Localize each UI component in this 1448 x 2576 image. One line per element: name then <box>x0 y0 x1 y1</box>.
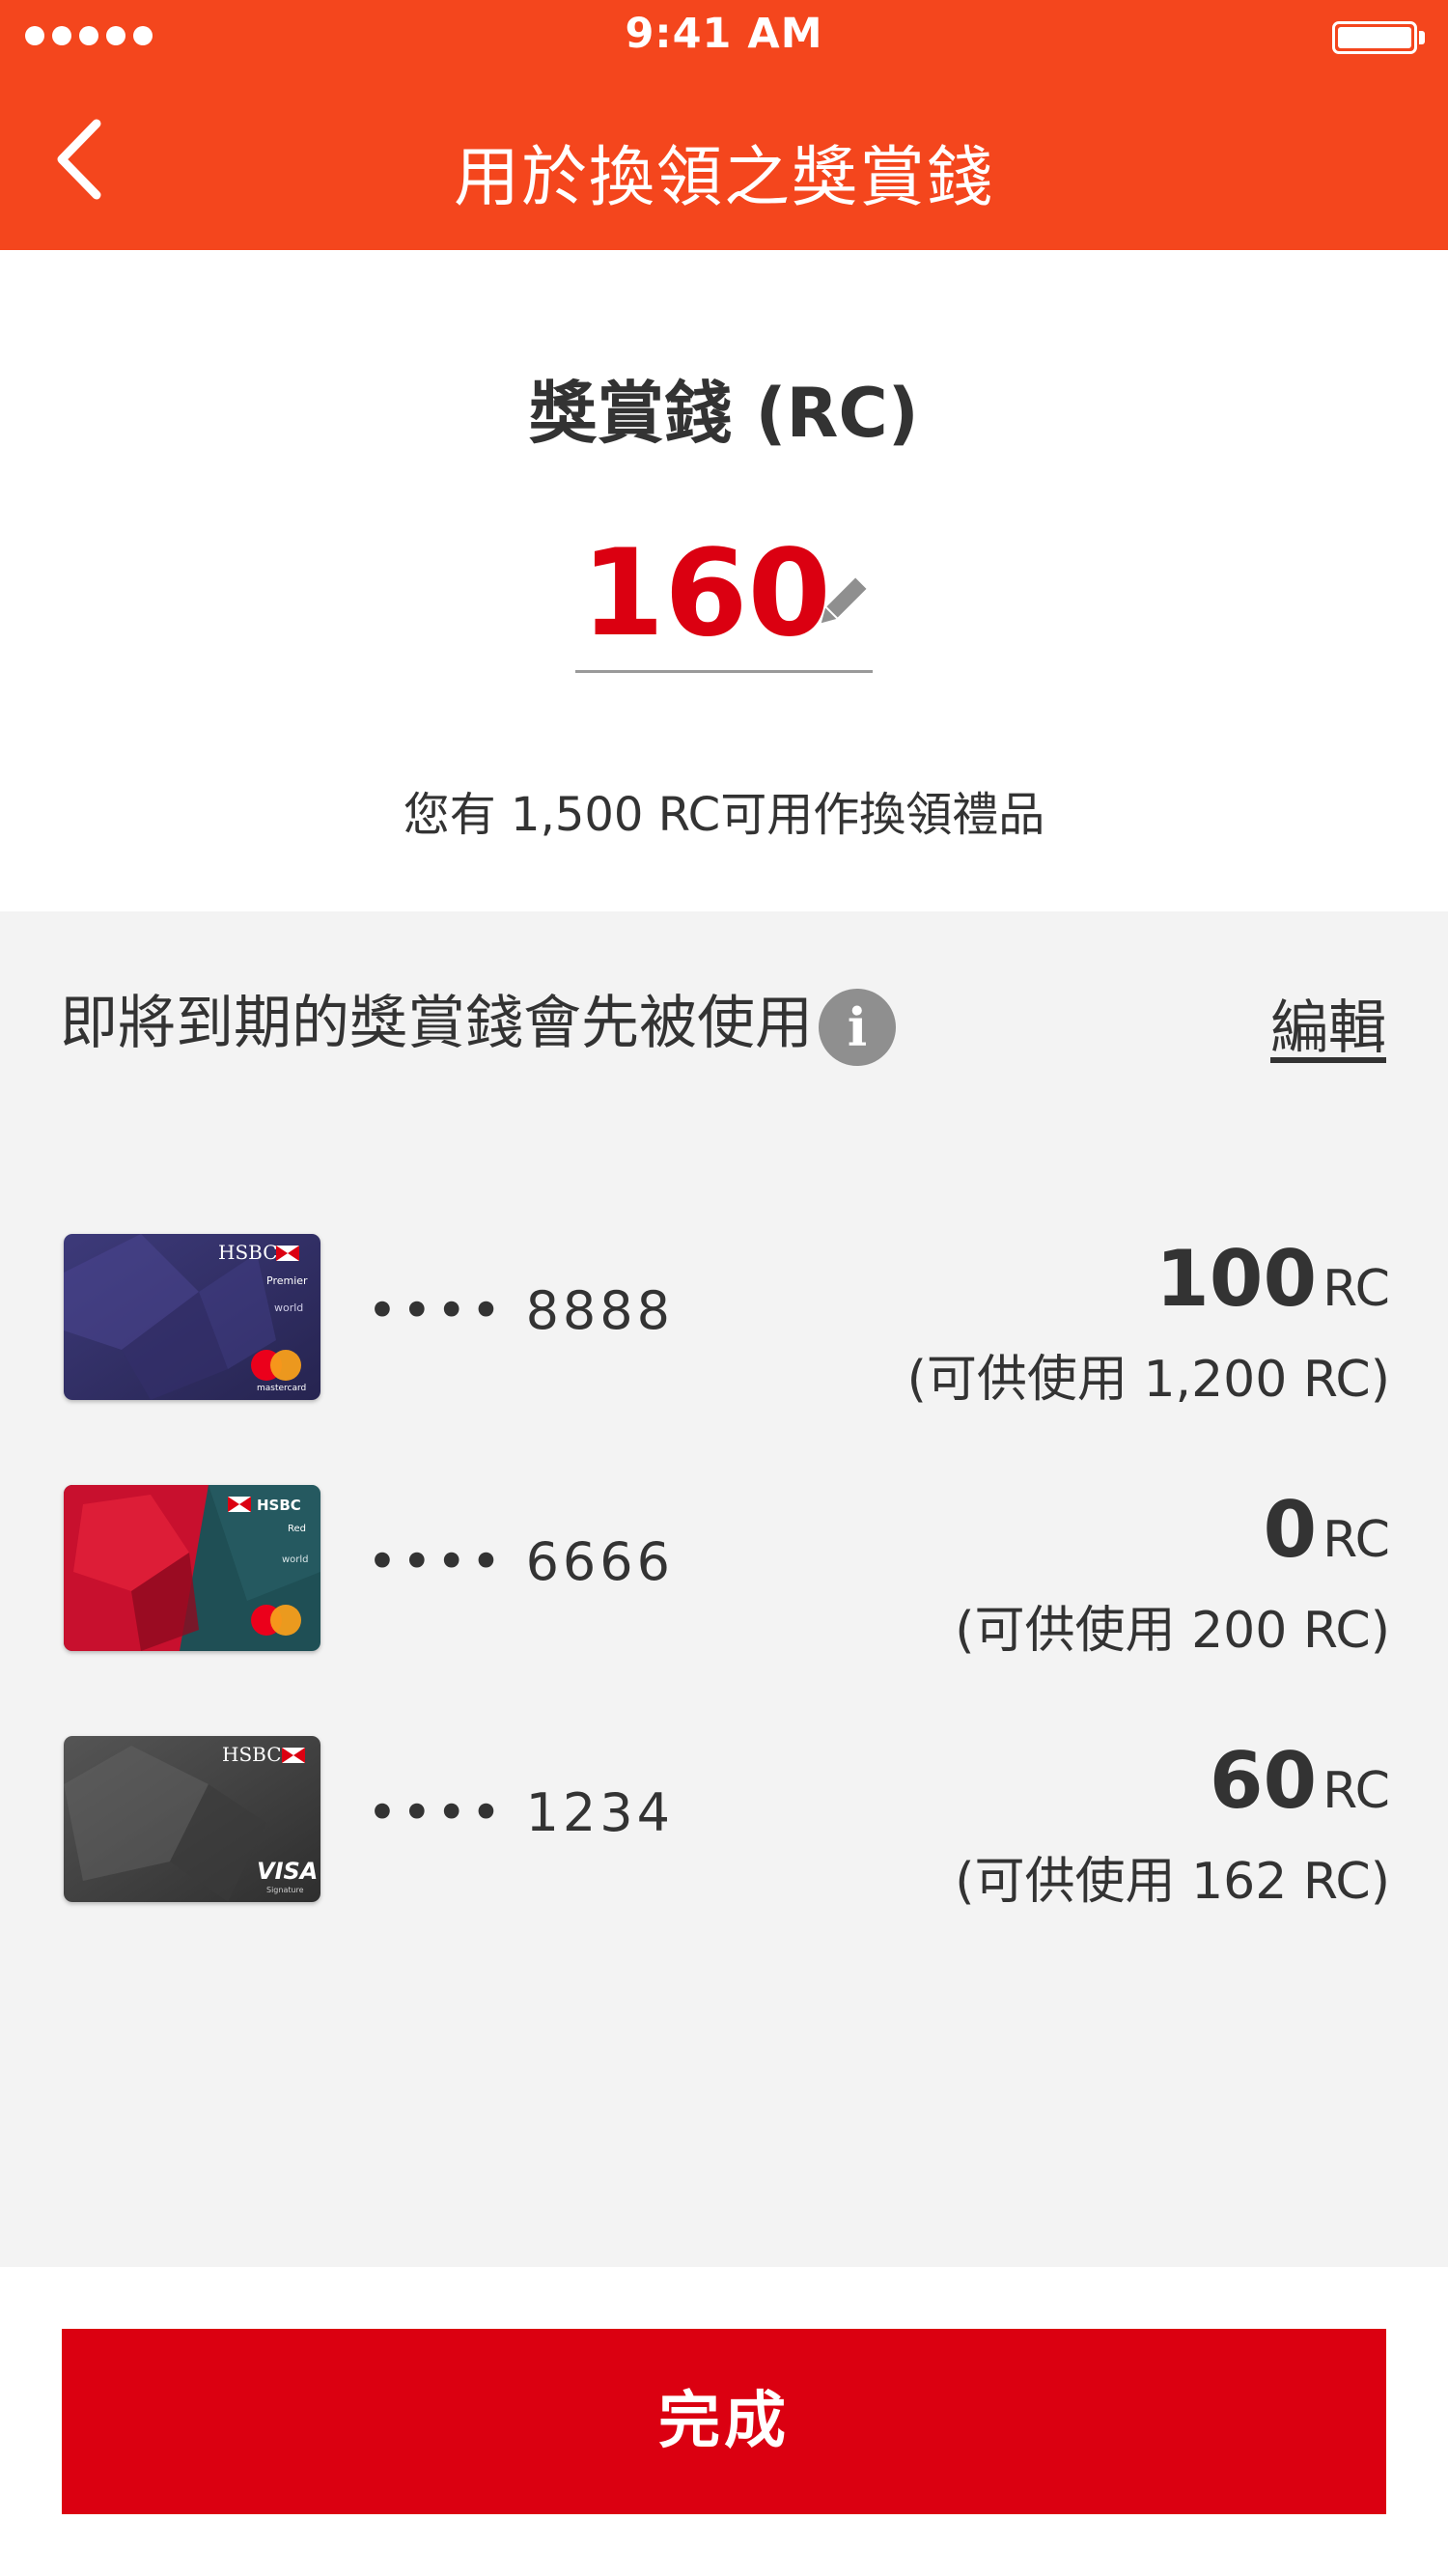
svg-text:HSBC: HSBC <box>257 1497 301 1514</box>
svg-text:Premier: Premier <box>266 1274 308 1287</box>
status-time: 9:41 AM <box>625 10 823 58</box>
svg-text:world: world <box>274 1302 303 1314</box>
card-row: HSBC Red world •••• 6666 0 RC (可供使用 200 R… <box>0 1485 1448 1678</box>
card-number: •••• 6666 <box>367 1531 674 1592</box>
rc-amount-input[interactable]: 160 <box>575 521 873 673</box>
card-redeem-amount[interactable]: 100 RC <box>1156 1234 1390 1324</box>
card-available: (可供使用 162 RC) <box>955 1853 1390 1911</box>
rc-label: 獎賞錢 (RC) <box>529 374 919 453</box>
card-image-visa: HSBC VISA Signature <box>64 1736 320 1902</box>
svg-text:HSBC: HSBC <box>222 1743 282 1766</box>
info-icon[interactable]: i <box>819 989 896 1066</box>
card-redeem-amount[interactable]: 0 RC <box>1263 1485 1390 1575</box>
card-number: •••• 1234 <box>367 1782 674 1843</box>
app-header: 9:41 AM 用於換領之獎賞錢 <box>0 0 1448 250</box>
battery-icon <box>1332 21 1417 54</box>
svg-text:HSBC: HSBC <box>218 1241 278 1264</box>
card-image-premier: HSBC Premier world mastercard <box>64 1234 320 1400</box>
edit-link[interactable]: 編輯 <box>1270 981 1386 1065</box>
card-row: HSBC Premier world mastercard •••• 8888 … <box>0 1234 1448 1427</box>
svg-text:VISA: VISA <box>257 1858 318 1885</box>
pencil-icon[interactable] <box>811 572 873 633</box>
svg-text:Signature: Signature <box>266 1886 304 1894</box>
card-redeem-amount[interactable]: 60 RC <box>1210 1736 1390 1826</box>
expiry-notice: 即將到期的獎賞錢會先被使用 <box>60 990 813 1057</box>
card-row: HSBC VISA Signature •••• 1234 60 RC (可供使用… <box>0 1736 1448 1929</box>
svg-text:Red: Red <box>288 1524 306 1534</box>
card-available: (可供使用 1,200 RC) <box>906 1351 1390 1409</box>
done-button[interactable]: 完成 <box>62 2329 1386 2514</box>
card-image-red: HSBC Red world <box>64 1485 320 1651</box>
rc-amount-value: 160 <box>581 524 831 663</box>
svg-text:mastercard: mastercard <box>257 1384 306 1393</box>
available-rc-text: 您有 1,500 RC可用作換領禮品 <box>403 788 1045 842</box>
page-title: 用於換領之獎賞錢 <box>453 140 994 216</box>
card-available: (可供使用 200 RC) <box>955 1602 1390 1660</box>
card-number: •••• 8888 <box>367 1280 674 1341</box>
svg-text:world: world <box>282 1554 309 1565</box>
